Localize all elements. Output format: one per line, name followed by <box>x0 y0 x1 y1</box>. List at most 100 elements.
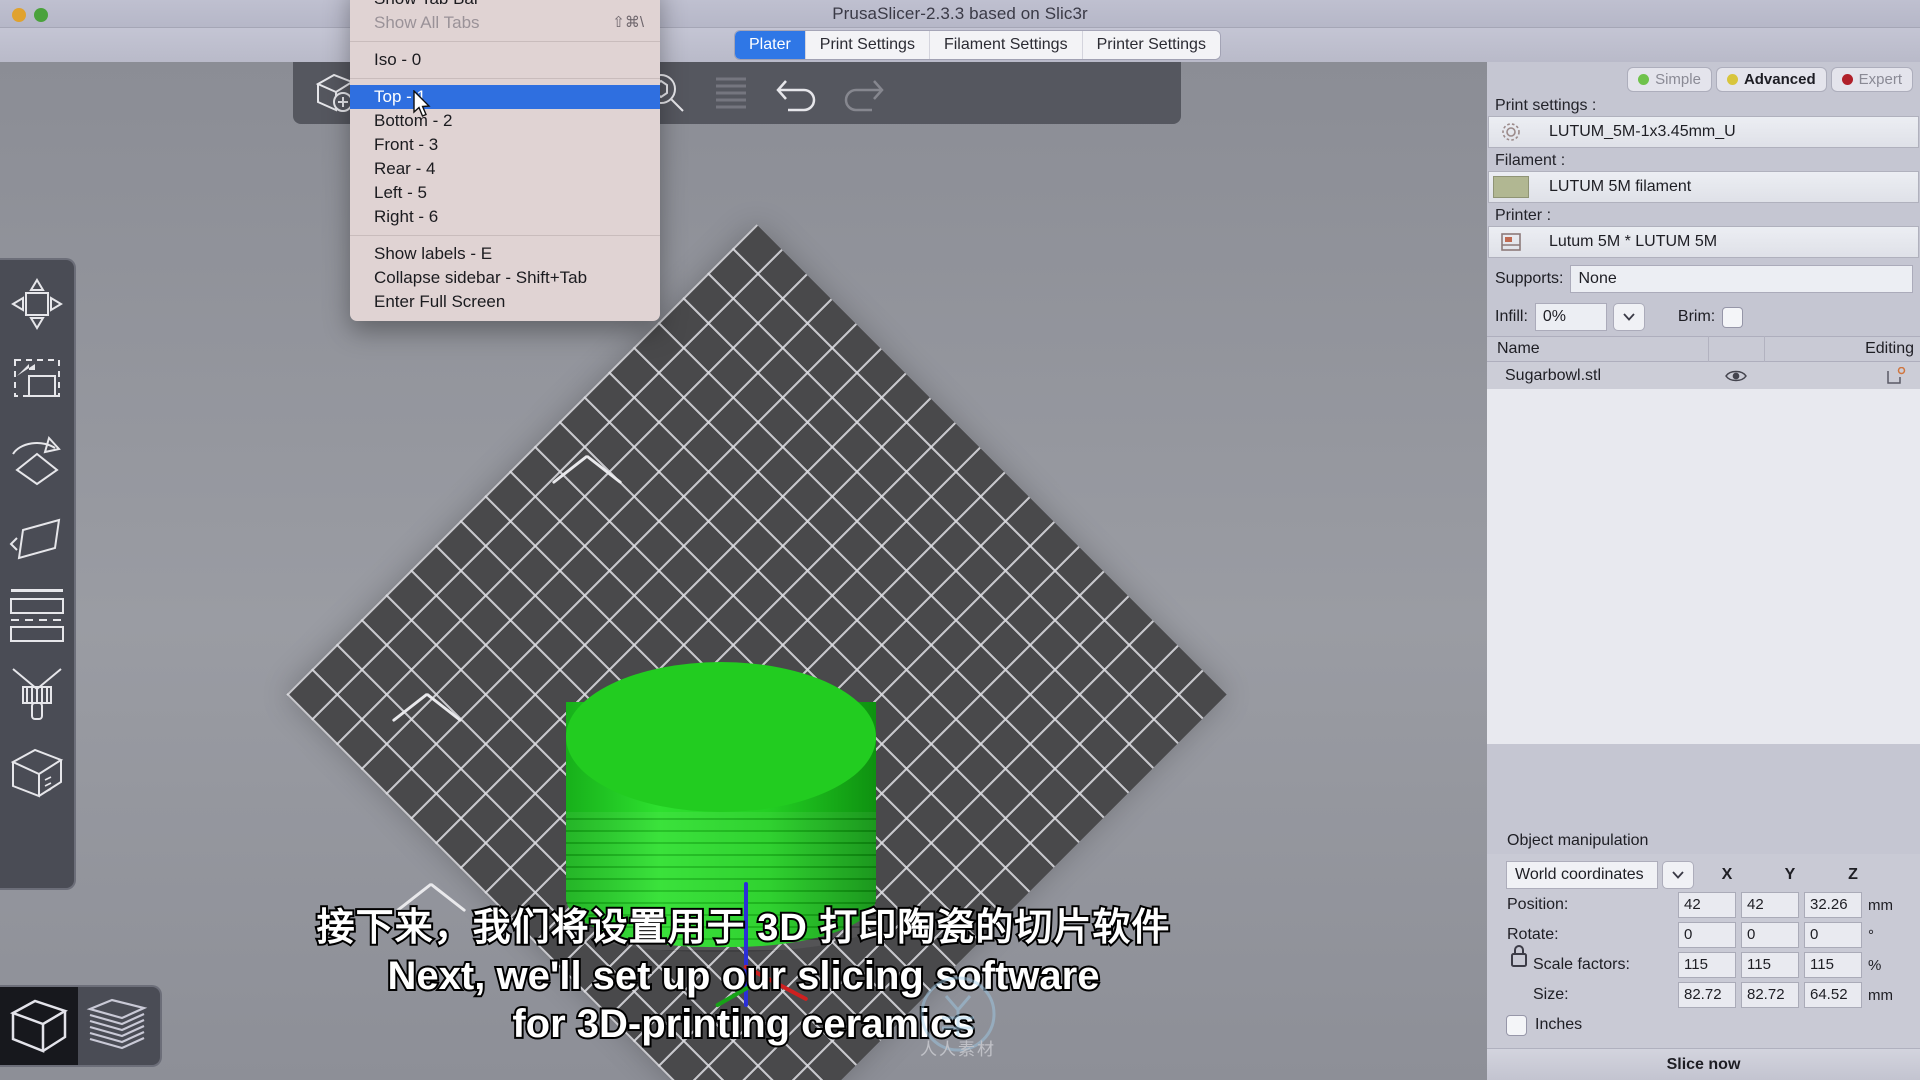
view-mode-switch[interactable] <box>0 985 162 1067</box>
axis-header-z: Z <box>1848 866 1858 883</box>
chevron-down-icon[interactable] <box>1613 304 1644 330</box>
size-label: Size: <box>1533 986 1569 1003</box>
supports-label: Supports: <box>1495 270 1564 287</box>
place-on-face-icon[interactable] <box>5 500 69 576</box>
selection-bracket-left <box>391 692 463 732</box>
redo-icon[interactable] <box>835 68 891 118</box>
size-row[interactable]: Size: 82.72 82.72 64.52 mm <box>1487 980 1920 1010</box>
menu-item-show-tab-bar[interactable]: Show Tab Bar <box>350 0 660 11</box>
infill-value[interactable]: 0% <box>1535 304 1606 330</box>
mode-advanced[interactable]: Advanced <box>1716 68 1826 91</box>
menu-item-top[interactable]: Top - 1 <box>350 85 660 109</box>
tab-plater[interactable]: Plater <box>735 31 806 59</box>
mode-simple[interactable]: Simple <box>1628 68 1711 91</box>
scale-x-field[interactable]: 115 <box>1679 953 1735 977</box>
undo-icon[interactable] <box>769 68 825 118</box>
rotate-y-field[interactable]: 0 <box>1742 923 1798 947</box>
rotate-row[interactable]: Rotate: 0 0 0 ° <box>1487 920 1920 950</box>
size-x-field[interactable]: 82.72 <box>1679 983 1735 1007</box>
menu-item-show-labels[interactable]: Show labels - E <box>350 242 660 266</box>
size-z-field[interactable]: 64.52 <box>1805 983 1861 1007</box>
scale-z-field[interactable]: 115 <box>1805 953 1861 977</box>
cut-icon[interactable] <box>5 578 69 654</box>
coordinate-system-select[interactable]: World coordinates <box>1507 862 1657 888</box>
menu-item-label: Show labels - E <box>374 244 493 263</box>
layers-icon[interactable] <box>703 68 759 118</box>
brim-label: Brim: <box>1677 308 1716 325</box>
main-tabs[interactable]: Plater Print Settings Filament Settings … <box>735 31 1220 59</box>
scale-icon[interactable] <box>5 344 69 420</box>
menu-item-shortcut: ⇧⌘\ <box>612 14 644 31</box>
menu-item-iso[interactable]: Iso - 0 <box>350 48 660 72</box>
filament-preset-combo[interactable]: LUTUM 5M filament <box>1489 172 1918 202</box>
menu-item-right[interactable]: Right - 6 <box>350 205 660 229</box>
menu-item-label: Show Tab Bar <box>374 0 480 11</box>
rotate-icon[interactable] <box>5 422 69 498</box>
rotate-z-field[interactable]: 0 <box>1805 923 1861 947</box>
menu-item-bottom[interactable]: Bottom - 2 <box>350 109 660 133</box>
menu-item-label: Iso - 0 <box>374 50 422 69</box>
menu-item-left[interactable]: Left - 5 <box>350 181 660 205</box>
printer-value: Lutum 5M * LUTUM 5M <box>1549 233 1718 250</box>
chevron-down-icon[interactable] <box>1663 862 1693 888</box>
position-row[interactable]: Position: 42 42 32.26 mm <box>1487 890 1920 920</box>
left-toolbar[interactable] <box>0 258 76 890</box>
axis-header-x: X <box>1721 866 1733 883</box>
3d-editor-view-icon[interactable] <box>0 987 78 1065</box>
infill-label: Infill: <box>1495 308 1528 325</box>
infill-brim-row[interactable]: Infill: 0% Brim: <box>1487 298 1920 336</box>
menu-item-collapse-sidebar[interactable]: Collapse sidebar - Shift+Tab <box>350 266 660 290</box>
scale-unit: % <box>1868 956 1882 974</box>
menu-item-label: Collapse sidebar - Shift+Tab <box>374 268 588 287</box>
right-sidebar[interactable]: Simple Advanced Expert Print settings : … <box>1487 62 1920 1080</box>
position-y-field[interactable]: 42 <box>1742 893 1798 917</box>
print-bed-wrapper <box>0 62 1487 1080</box>
seam-paint-icon[interactable] <box>5 734 69 810</box>
coordinate-system-row[interactable]: World coordinates X Y Z <box>1487 860 1920 890</box>
view-dropdown-menu[interactable]: Show Tab Bar Show All Tabs ⇧⌘\ Iso - 0 T… <box>350 0 660 321</box>
inches-checkbox[interactable] <box>1507 1015 1526 1035</box>
supports-value[interactable]: None <box>1571 266 1912 292</box>
tab-printer-settings[interactable]: Printer Settings <box>1082 31 1220 59</box>
mode-expert[interactable]: Expert <box>1831 68 1912 91</box>
tab-strip-row: Plater Print Settings Filament Settings … <box>0 28 1920 62</box>
table-row[interactable]: Sugarbowl.stl <box>1487 362 1920 389</box>
rotate-x-field[interactable]: 0 <box>1679 923 1735 947</box>
eye-icon[interactable] <box>1708 369 1764 383</box>
menu-item-enter-full-screen[interactable]: Enter Full Screen <box>350 290 660 314</box>
object-list[interactable]: Sugarbowl.stl <box>1487 362 1920 744</box>
mode-dot-expert <box>1841 74 1853 85</box>
inches-row[interactable]: Inches <box>1487 1010 1920 1040</box>
slice-now-button[interactable]: Slice now <box>1487 1048 1920 1080</box>
3d-viewport[interactable]: 接下来，我们将设置用于 3D 打印陶瓷的切片软件 Next, we'll set… <box>0 62 1487 1080</box>
position-z-field[interactable]: 32.26 <box>1805 893 1861 917</box>
menu-item-label: Left - 5 <box>374 183 427 202</box>
menu-item-front[interactable]: Front - 3 <box>350 133 660 157</box>
support-paint-icon[interactable] <box>5 656 69 732</box>
printer-preset-combo[interactable]: Lutum 5M * LUTUM 5M <box>1489 227 1918 257</box>
mode-switcher[interactable]: Simple Advanced Expert <box>1487 62 1920 95</box>
tab-filament-settings[interactable]: Filament Settings <box>929 31 1083 59</box>
position-x-field[interactable]: 42 <box>1679 893 1735 917</box>
supports-row[interactable]: Supports: None <box>1487 260 1920 298</box>
menu-item-rear[interactable]: Rear - 4 <box>350 157 660 181</box>
preview-layers-icon[interactable] <box>78 987 156 1065</box>
mode-label-expert: Expert <box>1858 71 1902 88</box>
editing-icon[interactable] <box>1820 366 1920 385</box>
rotate-label: Rotate: <box>1507 926 1559 943</box>
print-settings-preset-combo[interactable]: LUTUM_5M-1x3.45mm_U <box>1489 117 1918 147</box>
menu-separator <box>350 41 660 42</box>
menu-item-label: Rear - 4 <box>374 159 436 178</box>
scale-label: Scale factors: <box>1533 956 1630 973</box>
lock-icon[interactable] <box>1509 943 1529 974</box>
brim-checkbox[interactable] <box>1723 307 1743 327</box>
scale-y-field[interactable]: 115 <box>1742 953 1798 977</box>
tab-print-settings[interactable]: Print Settings <box>805 31 930 59</box>
size-y-field[interactable]: 82.72 <box>1742 983 1798 1007</box>
move-icon[interactable] <box>5 266 69 342</box>
scale-row[interactable]: Scale factors: 115 115 115 % <box>1487 950 1920 980</box>
model-top-face <box>566 662 876 812</box>
object-manipulation-panel[interactable]: Object manipulation World coordinates X … <box>1487 829 1920 1080</box>
object-manipulation-title: Object manipulation <box>1507 832 1649 849</box>
filament-label: Filament : <box>1495 152 1566 169</box>
